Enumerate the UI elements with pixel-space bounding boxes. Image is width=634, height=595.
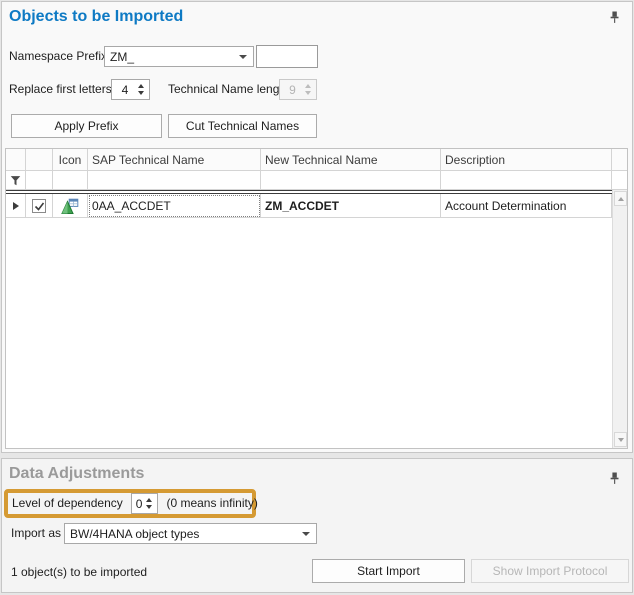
table-row[interactable]: 0AA_ACCDET ZM_ACCDET Account Determinati… [6, 194, 627, 218]
filter-pad [612, 171, 627, 190]
import-as-label: Import as [11, 523, 61, 544]
scroll-down-icon [618, 438, 624, 442]
level-of-dependency-hint: (0 means infinity) [166, 493, 257, 514]
spin-up-icon[interactable] [138, 84, 144, 88]
technical-name-length-stepper: 9 [279, 79, 317, 100]
replace-first-letters-value: 4 [116, 83, 134, 97]
objects-to-be-imported-panel: Objects to be Imported Namespace Prefix … [1, 1, 633, 453]
apply-prefix-button[interactable]: Apply Prefix [11, 114, 162, 138]
spin-up-icon [305, 84, 311, 88]
objects-grid: Icon SAP Technical Name New Technical Na… [5, 148, 628, 449]
scroll-down-button[interactable] [614, 432, 627, 447]
filter-icon-cell[interactable] [53, 171, 88, 190]
panel-title: Objects to be Imported [9, 8, 183, 26]
spin-down-icon [305, 91, 311, 95]
header-row-indicator [6, 149, 26, 171]
filter-funnel-icon [10, 175, 21, 186]
pin-icon[interactable] [609, 11, 620, 24]
level-of-dependency-label: Level of dependency [12, 493, 123, 514]
technical-name-length-label: Technical Name length [168, 79, 289, 100]
spin-down-icon[interactable] [138, 91, 144, 95]
technical-name-length-value: 9 [284, 83, 301, 97]
sap-infoobject-icon [61, 197, 79, 215]
import-as-value: BW/4HANA object types [70, 527, 302, 541]
data-adjustments-panel: Data Adjustments Level of dependency 0 (… [1, 458, 633, 593]
filter-checkbox-cell[interactable] [26, 171, 53, 190]
start-import-button[interactable]: Start Import [312, 559, 465, 583]
import-as-dropdown[interactable]: BW/4HANA object types [64, 523, 317, 544]
level-of-dependency-value: 0 [136, 497, 143, 511]
status-text: 1 object(s) to be imported [11, 560, 147, 584]
namespace-prefix-value: ZM_ [110, 50, 239, 64]
scroll-up-button[interactable] [614, 191, 627, 206]
header-new-technical-name[interactable]: New Technical Name [261, 149, 441, 171]
grid-filter-row [6, 171, 627, 190]
header-icon-column[interactable]: Icon [53, 149, 88, 171]
cell-sap-technical-name[interactable]: 0AA_ACCDET [88, 194, 261, 218]
header-checkbox-column[interactable] [26, 149, 53, 171]
header-sap-technical-name[interactable]: SAP Technical Name [88, 149, 261, 171]
level-of-dependency-stepper[interactable]: 0 [131, 493, 159, 514]
spin-down-icon[interactable] [146, 505, 152, 509]
filter-new-cell[interactable] [261, 171, 441, 190]
row-arrow-icon [13, 202, 19, 210]
checkbox-checked[interactable] [32, 199, 46, 213]
namespace-custom-input[interactable] [256, 45, 318, 68]
replace-first-letters-label: Replace first letters [9, 79, 112, 100]
vertical-scrollbar[interactable] [612, 190, 627, 448]
show-import-protocol-button: Show Import Protocol [471, 559, 629, 583]
panel-title: Data Adjustments [9, 465, 144, 483]
cell-new-technical-name[interactable]: ZM_ACCDET [261, 194, 441, 218]
namespace-prefix-combo[interactable]: ZM_ [104, 46, 254, 67]
cell-description[interactable]: Account Determination [441, 194, 612, 218]
replace-first-letters-stepper[interactable]: 4 [111, 79, 150, 100]
chevron-down-icon [302, 532, 310, 536]
filter-sap-cell[interactable] [88, 171, 261, 190]
row-checkbox-cell[interactable] [26, 194, 53, 218]
pin-icon[interactable] [609, 472, 620, 485]
header-pad [612, 149, 627, 171]
filter-row-indicator [6, 171, 26, 190]
header-description[interactable]: Description [441, 149, 612, 171]
cut-technical-names-button[interactable]: Cut Technical Names [168, 114, 317, 138]
filter-description-cell[interactable] [441, 171, 612, 190]
scroll-up-icon [618, 197, 624, 201]
chevron-down-icon [239, 55, 247, 59]
row-icon-cell [53, 194, 88, 218]
grid-header-row: Icon SAP Technical Name New Technical Na… [6, 149, 627, 171]
row-focus-indicator [6, 194, 26, 218]
dependency-highlight-annotation: Level of dependency 0 (0 means infinity) [4, 489, 256, 518]
spin-up-icon[interactable] [146, 498, 152, 502]
namespace-prefix-label: Namespace Prefix [9, 46, 107, 67]
